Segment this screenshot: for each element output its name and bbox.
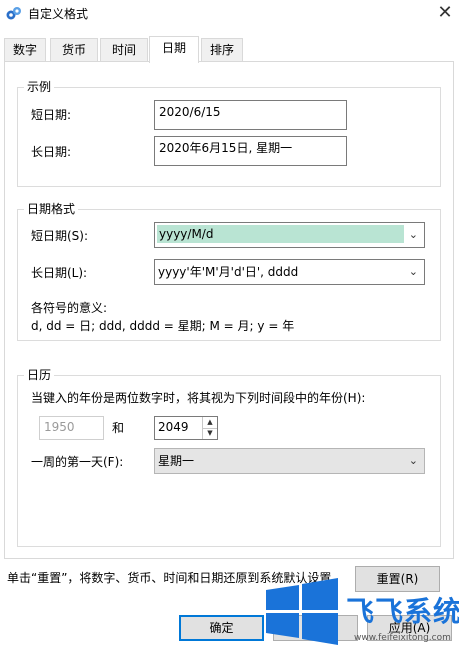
tab-number[interactable]: 数字 xyxy=(4,38,46,61)
short-date-format-label: 短日期(S): xyxy=(31,229,89,243)
first-day-label: 一周的第一天(F): xyxy=(31,455,124,469)
long-date-format-value[interactable]: yyyy'年'M'月'd'日', dddd xyxy=(158,264,298,280)
tab-time[interactable]: 时间 xyxy=(100,38,148,61)
two-digit-year-label: 当键入的年份是两位数字时，将其视为下列时间段中的年份(H): xyxy=(31,391,366,405)
watermark-brand: 飞飞系统 xyxy=(346,595,459,628)
date-formats-group: 日期格式 短日期(S): yyyy/M/d ⌄ 长日期(L): yyyy'年'M… xyxy=(17,201,441,341)
example-group: 示例 短日期: 2020/6/15 长日期: 2020年6月15日, 星期一 xyxy=(17,79,441,187)
example-group-title: 示例 xyxy=(24,79,55,95)
example-short-date-field: 2020/6/15 xyxy=(154,100,347,130)
chevron-down-icon[interactable]: ⌄ xyxy=(409,265,418,278)
ok-button[interactable]: 确定 xyxy=(179,615,264,641)
watermark: 飞飞系统 www.feifeixitong.com xyxy=(262,572,459,651)
window-title: 自定义格式 xyxy=(28,7,89,21)
tab-sort[interactable]: 排序 xyxy=(201,38,243,61)
long-date-format-combo[interactable]: yyyy'年'M'月'd'日', dddd ⌄ xyxy=(154,259,425,285)
symbol-legend-text: d, dd = 日; ddd, dddd = 星期; M = 月; y = 年 xyxy=(31,319,295,333)
short-date-format-combo[interactable]: yyyy/M/d ⌄ xyxy=(154,222,425,248)
control-panel-icon xyxy=(6,7,21,20)
tab-date[interactable]: 日期 xyxy=(149,36,199,63)
tab-strip: 数字 货币 时间 日期 排序 xyxy=(4,36,454,63)
symbol-legend-title: 各符号的意义: xyxy=(31,301,108,315)
spin-down-icon[interactable]: ▼ xyxy=(203,428,217,439)
example-short-date-label: 短日期: xyxy=(31,108,72,122)
spin-buttons: ▲ ▼ xyxy=(202,417,217,439)
example-long-date-field: 2020年6月15日, 星期一 xyxy=(154,136,347,166)
calendar-group-title: 日历 xyxy=(24,367,55,383)
chevron-down-icon[interactable]: ⌄ xyxy=(409,228,418,241)
chevron-down-icon[interactable]: ⌄ xyxy=(409,454,418,467)
example-long-date-label: 长日期: xyxy=(31,145,72,159)
date-formats-group-title: 日期格式 xyxy=(24,201,79,217)
and-label: 和 xyxy=(112,421,125,435)
calendar-group: 日历 当键入的年份是两位数字时，将其视为下列时间段中的年份(H): 1950 和… xyxy=(17,367,441,547)
first-day-combo[interactable]: 星期一 ⌄ xyxy=(154,448,425,474)
tab-currency[interactable]: 货币 xyxy=(50,38,98,61)
date-tab-panel: 示例 短日期: 2020/6/15 长日期: 2020年6月15日, 星期一 日… xyxy=(4,61,454,559)
to-year-value[interactable]: 2049 xyxy=(158,420,189,434)
long-date-format-label: 长日期(L): xyxy=(31,266,88,280)
watermark-url: www.feifeixitong.com xyxy=(354,633,451,643)
to-year-stepper[interactable]: 2049 ▲ ▼ xyxy=(154,416,218,440)
title-bar: 自定义格式 ✕ xyxy=(0,0,459,27)
from-year-field: 1950 xyxy=(39,416,104,440)
short-date-format-value[interactable]: yyyy/M/d xyxy=(157,225,404,243)
close-icon[interactable]: ✕ xyxy=(432,1,458,25)
first-day-value[interactable]: 星期一 xyxy=(158,453,194,469)
